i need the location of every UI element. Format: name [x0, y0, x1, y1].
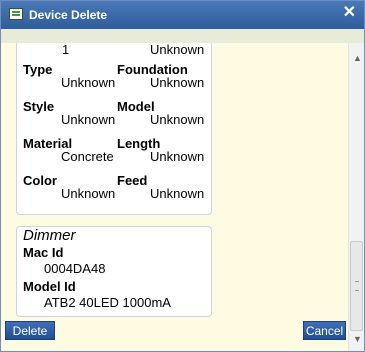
dimmer-section-title: Dimmer — [23, 227, 76, 244]
subheader-bar — [1, 29, 364, 43]
material-value: Concrete — [61, 149, 114, 164]
device-delete-dialog: Device Delete ✕ 1 Unknown Type Foundatio… — [0, 0, 365, 352]
scroll-down-arrow-icon[interactable]: ▼ — [353, 334, 362, 344]
grip-icon — [355, 281, 359, 291]
vertical-scrollbar[interactable]: ▲ ▼ — [348, 43, 364, 351]
close-icon[interactable]: ✕ — [343, 5, 356, 21]
top-right-value: Unknown — [150, 43, 205, 57]
dimmer-panel: Dimmer Mac Id 0004DA48 Model Id ATB2 40L… — [16, 226, 212, 317]
form-icon — [9, 8, 23, 20]
feed-value: Unknown — [150, 186, 205, 201]
device-properties-panel: 1 Unknown Type Foundation Unknown Unknow… — [16, 43, 212, 215]
foundation-value: Unknown — [150, 75, 205, 90]
window-title: Device Delete — [29, 8, 108, 22]
dialog-content: 1 Unknown Type Foundation Unknown Unknow… — [1, 43, 347, 351]
color-value: Unknown — [61, 186, 116, 201]
style-label: Style — [23, 99, 55, 114]
model-value: Unknown — [150, 112, 205, 127]
model-id-label: Model Id — [23, 279, 76, 294]
mac-id-value: 0004DA48 — [44, 261, 106, 276]
mac-id-label: Mac Id — [23, 245, 64, 260]
model-label: Model — [117, 99, 155, 114]
title-bar[interactable]: Device Delete ✕ — [1, 1, 364, 29]
length-value: Unknown — [150, 149, 205, 164]
scrollbar-thumb[interactable] — [350, 241, 363, 331]
feed-label: Feed — [117, 173, 148, 188]
top-left-value: 1 — [62, 43, 70, 57]
model-id-value: ATB2 40LED 1000mA — [44, 295, 171, 310]
style-value: Unknown — [61, 112, 116, 127]
scroll-up-arrow-icon[interactable]: ▲ — [353, 53, 362, 63]
cancel-button[interactable]: Cancel — [303, 321, 346, 340]
delete-button[interactable]: Delete — [5, 321, 55, 340]
type-value: Unknown — [61, 75, 116, 90]
type-label: Type — [23, 62, 53, 77]
color-label: Color — [23, 173, 57, 188]
